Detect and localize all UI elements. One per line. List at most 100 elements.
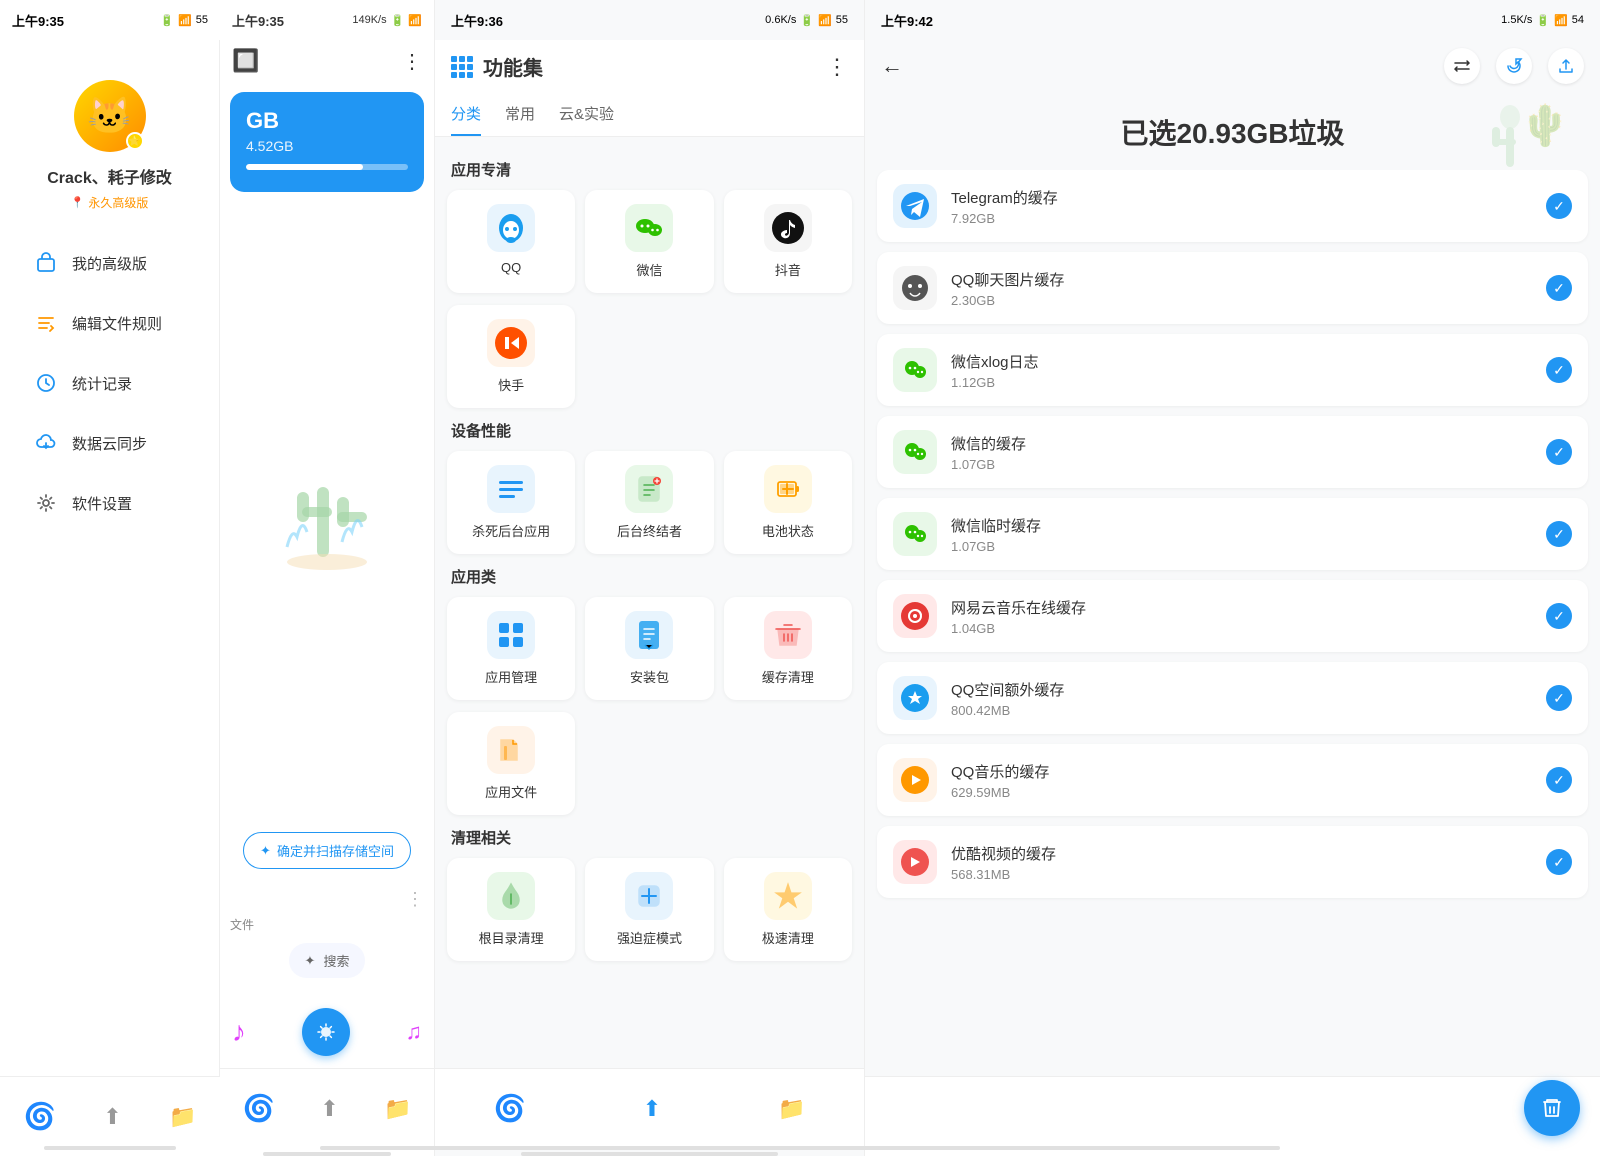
netease-name: 网易云音乐在线缓存 — [951, 597, 1532, 618]
qqzone-name: QQ空间额外缓存 — [951, 679, 1532, 700]
p3-nav-up[interactable]: ⬆ — [643, 1096, 661, 1122]
junk-wechat-temp-info: 微信临时缓存 1.07GB — [951, 515, 1532, 554]
junk-item-qq-chat[interactable]: QQ聊天图片缓存 2.30GB ✓ — [877, 252, 1588, 324]
p2-time: 上午9:35 — [232, 11, 284, 30]
junk-item-youku[interactable]: 优酷视频的缓存 568.31MB ✓ — [877, 826, 1588, 898]
wechat-temp-check[interactable]: ✓ — [1546, 521, 1572, 547]
p4-status: 上午9:42 1.5K/s 🔋📶54 — [865, 0, 1600, 40]
qqzone-size: 800.42MB — [951, 703, 1532, 718]
app-files-icon — [487, 726, 535, 774]
func-apk[interactable]: 安装包 — [585, 597, 713, 700]
qqzone-check[interactable]: ✓ — [1546, 685, 1572, 711]
clean-fab[interactable] — [1524, 1080, 1580, 1136]
youku-check[interactable]: ✓ — [1546, 849, 1572, 875]
p2-body: GB 4.52GB ✦ 确定并扫描存储空间 — [220, 82, 434, 996]
wechat-cache-check[interactable]: ✓ — [1546, 439, 1572, 465]
light-fab[interactable] — [302, 1008, 350, 1056]
search-label: 搜索 — [323, 951, 349, 970]
func-app-files[interactable]: 应用文件 — [447, 712, 575, 815]
junk-item-qqmusic[interactable]: QQ音乐的缓存 629.59MB ✓ — [877, 744, 1588, 816]
search-bar[interactable]: ✦ 搜索 — [289, 943, 366, 978]
qq-chat-icon — [893, 266, 937, 310]
func-kill-bg[interactable]: 杀死后台应用 — [447, 451, 575, 554]
netease-check[interactable]: ✓ — [1546, 603, 1572, 629]
junk-panel: 上午9:42 1.5K/s 🔋📶54 ← 已选20.93GB垃圾 🌵 — [865, 0, 1600, 1156]
sidebar-item-settings[interactable]: 软件设置 — [16, 475, 203, 531]
upload-icon-btn[interactable] — [1548, 48, 1584, 84]
wechat-xlog-icon — [893, 348, 937, 392]
qq-chat-size: 2.30GB — [951, 293, 1532, 308]
junk-qq-chat-info: QQ聊天图片缓存 2.30GB — [951, 269, 1532, 308]
func-app-mgr[interactable]: 应用管理 — [447, 597, 575, 700]
grid-icon — [451, 56, 473, 78]
qq-chat-check[interactable]: ✓ — [1546, 275, 1572, 301]
func-kuaishou[interactable]: 快手 — [447, 305, 575, 408]
p4-header: ← — [865, 40, 1600, 92]
root-clean-label: 根目录清理 — [479, 928, 544, 947]
func-fast-clean[interactable]: 极速清理 — [724, 858, 852, 961]
func-wechat[interactable]: 微信 — [585, 190, 713, 293]
cloud-label: 数据云同步 — [72, 433, 147, 454]
rules-icon — [32, 309, 60, 337]
func-cache-clean[interactable]: 缓存清理 — [724, 597, 852, 700]
junk-item-wechat-xlog[interactable]: 微信xlog日志 1.12GB ✓ — [877, 334, 1588, 406]
p3-nav-fan[interactable]: 🌀 — [493, 1093, 525, 1124]
sidebar-item-stats[interactable]: 统计记录 — [16, 355, 203, 411]
qqmusic-check[interactable]: ✓ — [1546, 767, 1572, 793]
sidebar-item-rules[interactable]: 编辑文件规则 — [16, 295, 203, 351]
swap-icon-btn[interactable] — [1444, 48, 1480, 84]
sidebar-panel: 上午9:35 🔋📶55 🐱 ⭐ Crack、耗子修改 永久高级版 我的高级版 — [0, 0, 220, 1156]
junk-item-telegram[interactable]: Telegram的缓存 7.92GB ✓ — [877, 170, 1588, 242]
junk-item-wechat-temp[interactable]: 微信临时缓存 1.07GB ✓ — [877, 498, 1588, 570]
telegram-name: Telegram的缓存 — [951, 187, 1532, 208]
wechat-xlog-check[interactable]: ✓ — [1546, 357, 1572, 383]
wechat-xlog-size: 1.12GB — [951, 375, 1532, 390]
func-qq[interactable]: QQ — [447, 190, 575, 293]
refresh-icon-btn[interactable] — [1496, 48, 1532, 84]
p2-more-icon[interactable]: ⋮ — [402, 49, 422, 74]
root-clean-icon — [487, 872, 535, 920]
p1-nav-folder[interactable]: 📁 — [169, 1104, 196, 1130]
junk-wechat-cache-info: 微信的缓存 1.07GB — [951, 433, 1532, 472]
p2-nav-folder[interactable]: 📁 — [384, 1096, 411, 1122]
cache-clean-icon — [764, 611, 812, 659]
tab-category[interactable]: 分类 — [451, 93, 481, 136]
junk-wechat-xlog-info: 微信xlog日志 1.12GB — [951, 351, 1532, 390]
telegram-check[interactable]: ✓ — [1546, 193, 1572, 219]
telegram-app-icon — [893, 184, 937, 228]
junk-item-qqzone[interactable]: QQ空间额外缓存 800.42MB ✓ — [877, 662, 1588, 734]
func-bg-killer[interactable]: 后台终结者 — [585, 451, 713, 554]
stats-label: 统计记录 — [72, 373, 132, 394]
p3-header: 功能集 ⋮ — [435, 40, 864, 93]
p2-more-dots[interactable]: ⋮ — [406, 889, 424, 910]
junk-list: Telegram的缓存 7.92GB ✓ QQ聊天图片缓存 2.30GB ✓ 微… — [865, 170, 1600, 1076]
youku-icon — [893, 840, 937, 884]
junk-item-netease[interactable]: 网易云音乐在线缓存 1.04GB ✓ — [877, 580, 1588, 652]
apps-grid: 应用管理 安装包 缓存清理 — [447, 597, 852, 700]
p3-more-btn[interactable]: ⋮ — [826, 54, 848, 80]
wechat-temp-name: 微信临时缓存 — [951, 515, 1532, 536]
p2-carousel-icon[interactable]: 🔲 — [232, 48, 259, 74]
p2-nav-up[interactable]: ⬆ — [320, 1096, 338, 1122]
func-root-clean[interactable]: 根目录清理 — [447, 858, 575, 961]
p1-nav-fan[interactable]: 🌀 — [24, 1101, 56, 1132]
func-battery[interactable]: 电池状态 — [724, 451, 852, 554]
tab-cloud[interactable]: 云&实验 — [559, 93, 614, 136]
telegram-size: 7.92GB — [951, 211, 1532, 226]
p3-time: 上午9:36 — [451, 11, 503, 30]
p2-nav-fan[interactable]: 🌀 — [243, 1093, 275, 1124]
tab-common[interactable]: 常用 — [505, 93, 535, 136]
wechat-cache-name: 微信的缓存 — [951, 433, 1532, 454]
apk-label: 安装包 — [630, 667, 669, 686]
confirm-scan-btn[interactable]: ✦ 确定并扫描存储空间 — [243, 832, 411, 869]
sidebar-item-premium[interactable]: 我的高级版 — [16, 235, 203, 291]
p3-nav-folder[interactable]: 📁 — [778, 1096, 805, 1122]
func-douyin[interactable]: 抖音 — [724, 190, 852, 293]
p1-nav-up[interactable]: ⬆ — [103, 1104, 121, 1130]
section-apps: 应用类 — [451, 566, 848, 587]
func-ocd-mode[interactable]: 强迫症模式 — [585, 858, 713, 961]
sidebar-item-cloud[interactable]: 数据云同步 — [16, 415, 203, 471]
back-button[interactable]: ← — [881, 53, 903, 79]
apk-icon — [625, 611, 673, 659]
junk-item-wechat-cache[interactable]: 微信的缓存 1.07GB ✓ — [877, 416, 1588, 488]
